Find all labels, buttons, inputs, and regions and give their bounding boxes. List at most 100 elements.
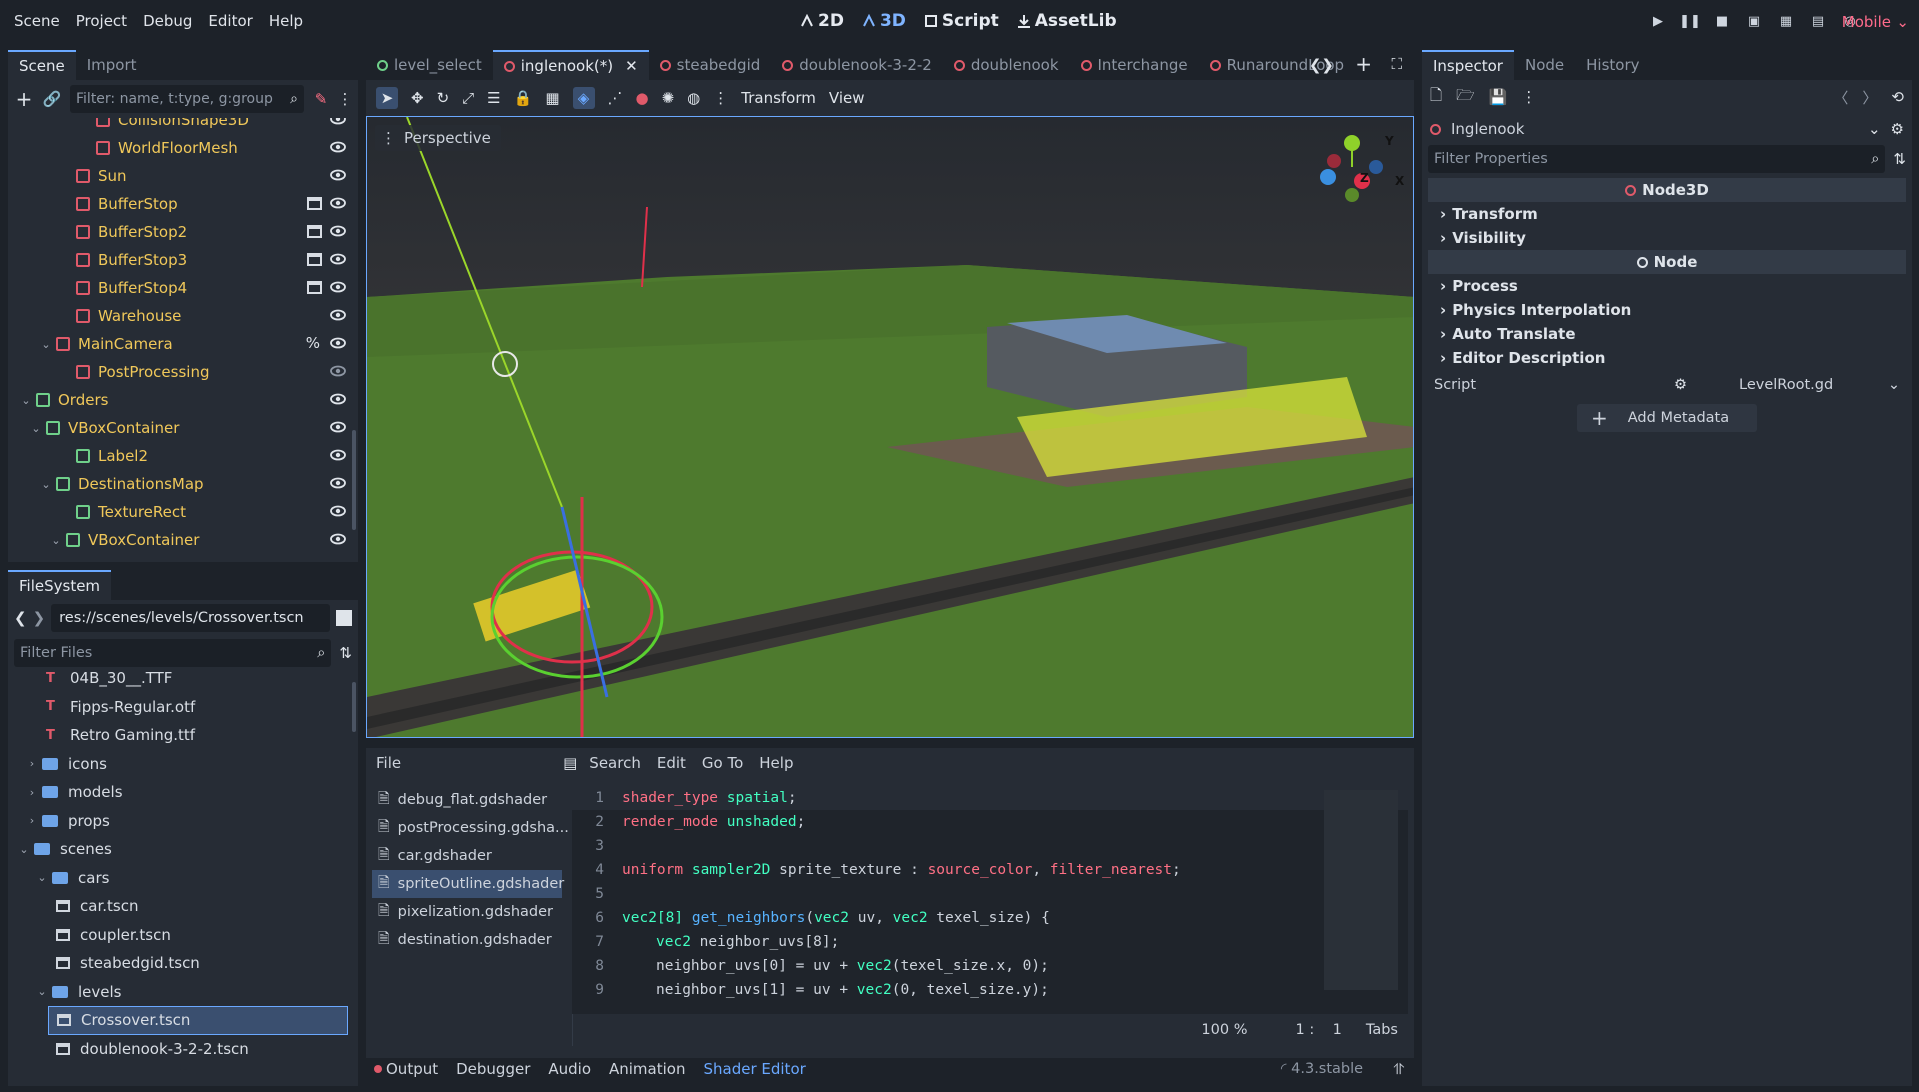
file-tree-item[interactable]: steabedgid.tscn [18, 949, 358, 978]
3d-viewport[interactable]: Y X Z ⋮ Perspective [366, 116, 1414, 738]
shader-file-item[interactable]: 🗎 destination.gdshader [372, 926, 562, 954]
shader-file-item[interactable]: 🗎 car.gdshader [372, 842, 562, 870]
chevron-down-icon[interactable]: ⌄ [1868, 120, 1881, 138]
snap-icon[interactable]: ⋰ [608, 89, 623, 107]
shader-file-item[interactable]: 🗎 pixelization.gdshader [372, 898, 562, 926]
file-tree-item[interactable]: Crossover.tscn [48, 1006, 348, 1035]
history-icon[interactable]: ⟲ [1891, 88, 1904, 106]
split-view-icon[interactable] [336, 610, 352, 626]
eye-icon[interactable] [330, 448, 346, 462]
tab-animation[interactable]: Animation [609, 1060, 685, 1078]
group-icon[interactable]: ▦ [545, 89, 559, 107]
scale-tool-icon[interactable]: ⤢ [462, 89, 474, 107]
chevron-down-icon[interactable]: ⌄ [40, 338, 52, 351]
file-tree-item[interactable]: T 04B_30__.TTF [18, 664, 358, 693]
tree-node[interactable]: TextureRect [14, 498, 358, 526]
chevron-icon[interactable]: ⌄ [36, 985, 48, 998]
instance-icon[interactable] [307, 197, 322, 210]
property-group[interactable]: › Transform [1428, 202, 1906, 226]
eye-icon[interactable] [330, 224, 346, 238]
tree-node[interactable]: BufferStop2 [14, 218, 358, 246]
gear-icon[interactable]: ⚙ [1674, 377, 1687, 393]
chevron-down-icon[interactable]: ⌄ [30, 422, 42, 435]
tab-shader-editor[interactable]: Shader Editor [703, 1060, 805, 1078]
mode-3d-button[interactable]: 3D [862, 11, 906, 31]
sun-toggle-icon[interactable]: ✺ [662, 89, 675, 107]
camera-preview-icon[interactable]: ● [636, 89, 649, 107]
eye-icon[interactable] [330, 308, 346, 322]
distraction-free-icon[interactable]: ⛶ [1391, 55, 1402, 73]
close-icon[interactable]: ✕ [625, 57, 638, 75]
menu-editor[interactable]: Editor [200, 10, 260, 32]
shader-menu-file[interactable]: File [376, 754, 401, 772]
forward-icon[interactable]: ❯ [33, 609, 46, 627]
file-tree-item[interactable]: ⌄ cars [18, 864, 358, 893]
local-space-icon[interactable]: ◈ [572, 87, 595, 109]
eye-icon[interactable] [330, 140, 346, 154]
menu-help[interactable]: Help [261, 10, 311, 32]
rotate-tool-icon[interactable]: ↻ [437, 89, 450, 107]
shader-file-item[interactable]: 🗎 spriteOutline.gdshader [372, 870, 564, 898]
property-group[interactable]: › Visibility [1428, 226, 1906, 250]
tab-history[interactable]: History [1575, 50, 1650, 80]
scene-tab[interactable]: doublenook [943, 50, 1070, 80]
scene-tab[interactable]: steabedgid [649, 50, 772, 80]
add-metadata-button[interactable]: + Add Metadata [1577, 404, 1757, 432]
tab-node[interactable]: Node [1514, 50, 1575, 80]
history-forward-icon[interactable]: 〉 [1862, 87, 1877, 108]
remote-debug-icon[interactable]: ▣ [1745, 12, 1763, 30]
shader-file-item[interactable]: 🗎 debug_flat.gdshader [372, 786, 562, 814]
file-tree-item[interactable]: car.tscn [18, 892, 358, 921]
eye-icon[interactable] [330, 532, 346, 546]
lock-icon[interactable]: 🔒 [514, 89, 533, 107]
add-node-icon[interactable]: + [14, 87, 34, 111]
tree-node[interactable]: ⌄ Orders [14, 386, 358, 414]
tab-scene[interactable]: Scene [8, 50, 76, 80]
file-tree-item[interactable]: › props [18, 807, 358, 836]
chevron-down-icon[interactable]: ⌄ [1888, 377, 1900, 393]
tree-node[interactable]: Label2 [14, 442, 358, 470]
save-resource-icon[interactable]: 💾 [1489, 88, 1508, 106]
more-options-icon[interactable]: ⋮ [713, 89, 728, 107]
mode-script-button[interactable]: Script [924, 11, 999, 31]
tree-node[interactable]: BufferStop [14, 190, 358, 218]
tree-node[interactable]: BufferStop4 [14, 274, 358, 302]
script-value[interactable]: LevelRoot.gd [1739, 377, 1888, 393]
inspected-node-name[interactable]: Inglenook [1451, 120, 1858, 138]
property-group[interactable]: › Process [1428, 274, 1906, 298]
eye-icon[interactable] [330, 476, 346, 490]
renderer-selector[interactable]: Mobile [1842, 13, 1891, 31]
file-tree-item[interactable]: T Fipps-Regular.otf [18, 693, 358, 722]
tab-filesystem[interactable]: FileSystem [8, 570, 112, 600]
instance-icon[interactable] [307, 281, 322, 294]
property-group[interactable]: › Auto Translate [1428, 322, 1906, 346]
tree-node[interactable]: ⌄ MainCamera% [14, 330, 358, 358]
tab-debugger[interactable]: Debugger [456, 1060, 530, 1078]
tree-node[interactable]: WorldFloorMesh [14, 134, 358, 162]
eye-icon[interactable] [330, 196, 346, 210]
perspective-menu[interactable]: ⋮ Perspective [375, 125, 501, 151]
more-options-icon[interactable]: ⋮ [1521, 88, 1536, 106]
file-tree-item[interactable]: doublenook.tscn [18, 1063, 358, 1064]
file-tree-item[interactable]: › icons [18, 750, 358, 779]
eye-icon[interactable] [330, 420, 346, 434]
file-tree-item[interactable]: T Retro Gaming.ttf [18, 721, 358, 750]
indent-mode[interactable]: Tabs [1366, 1022, 1398, 1038]
transform-menu[interactable]: Transform [741, 89, 816, 107]
scene-tree-scrollbar[interactable] [352, 430, 356, 530]
code-minimap[interactable] [1324, 790, 1398, 990]
tree-node[interactable]: Sun [14, 162, 358, 190]
path-input[interactable]: res://scenes/levels/Crossover.tscn [51, 604, 330, 632]
play-custom-scene-icon[interactable]: ▤ [1809, 12, 1827, 30]
mode-2d-button[interactable]: 2D [800, 11, 844, 31]
more-options-icon[interactable]: ⋮ [338, 90, 353, 108]
filter-options-icon[interactable]: ⇅ [1893, 150, 1906, 168]
object-properties-icon[interactable]: ⚙ [1891, 120, 1904, 138]
tab-import[interactable]: Import [76, 50, 148, 80]
chevron-down-icon[interactable]: ⌄ [20, 394, 32, 407]
shader-file-item[interactable]: 🗎 postProcessing.gdsha... [372, 814, 569, 842]
unique-name-icon[interactable]: % [306, 334, 320, 352]
menu-scene[interactable]: Scene [6, 10, 68, 32]
chevron-icon[interactable]: › [26, 814, 38, 827]
toggle-files-icon[interactable]: ▤ [563, 754, 577, 772]
